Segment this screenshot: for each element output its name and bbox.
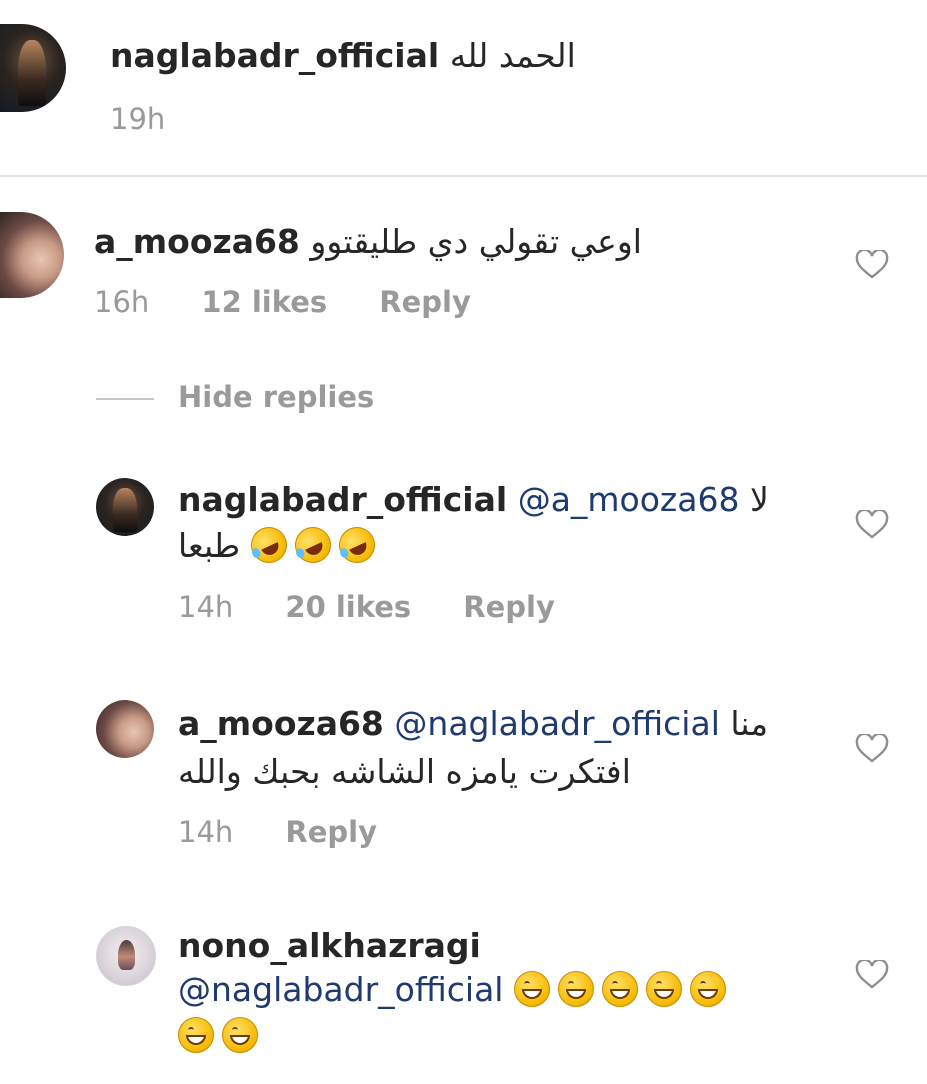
reply-body-line1: naglabadr_official @a_mooza68 لا [178, 480, 769, 520]
reply-mention[interactable]: @naglabadr_official [394, 704, 719, 743]
reply-avatar[interactable] [96, 700, 154, 758]
comment-text: اوعي تقولي دي طليقتوو [310, 222, 642, 261]
reply-text: منا [730, 704, 769, 743]
grinning-face-icon [178, 1017, 214, 1053]
divider [0, 175, 927, 177]
grinning-face-icon [645, 971, 682, 1007]
post-time: 19h [110, 102, 166, 136]
reply-username[interactable]: a_mooza68 [178, 704, 384, 743]
reply-avatar[interactable] [96, 478, 154, 536]
comment-time: 16h [94, 285, 150, 319]
rolling-on-floor-laughing-icon [244, 521, 293, 569]
reply-body-line2: افتكرت يامزه الشاشه بحبك والله [178, 752, 631, 792]
comment-likes[interactable]: 12 likes [201, 285, 327, 319]
reply-text-line2: افتكرت يامزه الشاشه بحبك والله [178, 752, 631, 791]
reply-avatar[interactable] [96, 926, 156, 986]
comment-username[interactable]: a_mooza68 [94, 222, 300, 261]
reply-username[interactable]: nono_alkhazragi [178, 926, 481, 965]
reply-reply-button[interactable]: Reply [463, 590, 555, 624]
grinning-face-icon [557, 971, 594, 1007]
comment-reply-button[interactable]: Reply [379, 285, 471, 319]
comment-meta: 16h 12 likes Reply [94, 285, 513, 319]
reply-body-line1: a_mooza68 @naglabadr_official منا [178, 704, 768, 744]
heart-icon[interactable] [855, 734, 889, 764]
rolling-on-floor-laughing-icon [288, 521, 337, 569]
grinning-face-icon [601, 971, 638, 1007]
post-caption: الحمد لله [449, 36, 576, 75]
post-author-username[interactable]: naglabadr_official [110, 36, 439, 75]
heart-icon[interactable] [855, 250, 889, 280]
post-author-avatar[interactable] [0, 24, 66, 112]
grinning-face-icon [689, 971, 726, 1007]
comment-avatar[interactable] [0, 212, 64, 298]
reply-reply-button[interactable]: Reply [285, 815, 377, 849]
reply-username[interactable]: naglabadr_official [178, 480, 507, 519]
reply-meta: 14h 20 likes Reply [178, 590, 597, 624]
hide-replies-line [96, 398, 154, 400]
grinning-face-icon [513, 971, 550, 1007]
rolling-on-floor-laughing-icon [332, 521, 381, 569]
post-meta: 19h [110, 102, 207, 136]
reply-body-line2: @naglabadr_official [178, 970, 734, 1010]
heart-icon[interactable] [855, 510, 889, 540]
reply-body-line3 [178, 1016, 266, 1056]
reply-body-line1: nono_alkhazragi [178, 926, 481, 966]
heart-icon[interactable] [855, 960, 889, 990]
reply-time: 14h [178, 815, 234, 849]
reply-time: 14h [178, 590, 234, 624]
hide-replies-button[interactable]: Hide replies [178, 380, 374, 414]
reply-text: لا [749, 480, 769, 519]
reply-body-line2: طبعا [178, 521, 383, 569]
reply-likes[interactable]: 20 likes [285, 590, 411, 624]
post-caption-line: naglabadr_official الحمد لله [110, 36, 576, 76]
reply-text-line2: طبعا [178, 526, 241, 565]
comment-body: a_mooza68 اوعي تقولي دي طليقتوو [94, 222, 642, 262]
reply-meta: 14h Reply [178, 815, 419, 849]
reply-mention[interactable]: @a_mooza68 [518, 480, 740, 519]
grinning-face-icon [222, 1017, 258, 1053]
reply-mention[interactable]: @naglabadr_official [178, 970, 503, 1009]
